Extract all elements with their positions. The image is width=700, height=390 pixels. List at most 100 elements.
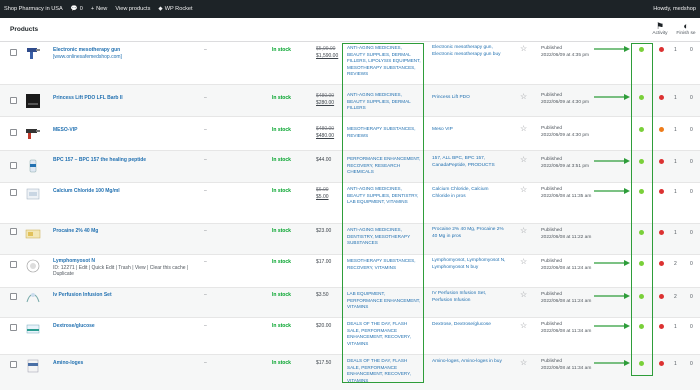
tags-cell[interactable]: Electronic mesotherapy gun, Electronic m… — [432, 45, 506, 59]
price-cell: $480.00 $280.00 — [316, 93, 335, 106]
tags-cell[interactable]: Procaine 2% 40 Mg, Procaine 2% 40 Mg in … — [432, 227, 506, 241]
product-thumbnail[interactable] — [25, 186, 41, 202]
price-cell: $3.50 — [316, 292, 329, 298]
product-name-link[interactable]: Dextrose/glucose — [53, 323, 193, 330]
product-name-link[interactable]: MESO-VIP — [53, 127, 193, 134]
row-checkbox[interactable] — [10, 129, 17, 136]
sku-cell: – — [204, 292, 207, 298]
price-cell: $23.00 — [316, 228, 332, 234]
tags-cell[interactable]: Meso VIP — [432, 127, 506, 134]
plus-icon: + — [90, 6, 95, 12]
product-name-link[interactable]: Calcium Chloride 100 Mg/ml — [53, 188, 193, 195]
dash-cell: 0 — [690, 95, 693, 101]
dash-cell: 0 — [690, 127, 693, 133]
sku-cell: – — [204, 47, 207, 53]
page-header: Products ⚑ Activity ◐ Finish se — [0, 18, 700, 42]
date-cell: Published 2022/06/09 at 3:51 pm — [541, 157, 590, 169]
new-link[interactable]: + New — [87, 0, 111, 18]
star-icon[interactable]: ☆ — [520, 93, 527, 101]
star-icon[interactable]: ☆ — [520, 45, 527, 53]
star-icon[interactable]: ☆ — [520, 258, 527, 266]
row-checkbox[interactable] — [10, 97, 17, 104]
status-dot-red — [659, 294, 664, 299]
finish-setup-button[interactable]: ◐ Finish se — [674, 21, 698, 41]
comments-count: 0 — [79, 6, 83, 12]
star-icon[interactable]: ☆ — [520, 156, 527, 164]
row-actions[interactable]: ID: 12271 | Edit | Quick Edit | Trash | … — [53, 265, 188, 278]
status-dot-red — [659, 361, 664, 366]
annotation-arrow — [594, 260, 630, 266]
product-thumbnail[interactable] — [25, 125, 41, 141]
product-thumbnail[interactable] — [25, 226, 41, 242]
star-icon[interactable]: ☆ — [520, 291, 527, 299]
account-link[interactable]: Howdy, medshop — [649, 0, 700, 18]
count-cell: 1 — [674, 159, 677, 165]
categories-highlight-box — [342, 43, 424, 383]
star-icon[interactable]: ☆ — [520, 359, 527, 367]
status-dot-red — [659, 47, 664, 52]
site-title: Shop Pharmacy in USA — [4, 6, 63, 12]
product-name-link[interactable]: Electronic mesotherapy gun [www.onlinesa… — [53, 47, 193, 60]
product-name-link[interactable]: Princess Lift PDO LFL Barb II — [53, 95, 193, 102]
sku-cell: – — [204, 323, 207, 329]
product-name-link[interactable]: Procaine 2% 40 Mg — [53, 228, 193, 235]
product-name-link[interactable]: BPC 157 – BPC 157 the healing peptide — [53, 157, 193, 164]
product-thumbnail[interactable] — [25, 358, 41, 374]
tags-cell[interactable]: Lymphomyosot, Lymphomyosot N, Lymphomyos… — [432, 258, 506, 272]
row-checkbox[interactable] — [10, 162, 17, 169]
row-checkbox[interactable] — [10, 189, 17, 196]
view-products-label: View products — [115, 6, 151, 12]
product-thumbnail[interactable] — [25, 290, 41, 306]
price-cell: $6.00 $5.00 — [316, 187, 329, 200]
price-cell: $5,99.00 $1,590.00 — [316, 46, 339, 59]
date-cell: Published 2022/06/09 at 4:35 pm — [541, 46, 590, 58]
count-cell: 1 — [674, 361, 677, 367]
stock-status: In stock — [272, 259, 291, 265]
star-icon[interactable]: ☆ — [520, 125, 527, 133]
date-cell: Published 2022/06/08 at 11:24 am — [541, 292, 592, 304]
row-checkbox[interactable] — [10, 293, 17, 300]
star-icon[interactable]: ☆ — [520, 227, 527, 235]
tags-cell[interactable]: Calcium Chloride, Calcium Chloride in pr… — [432, 187, 506, 201]
tags-cell[interactable]: Dextrose, Dextrose/glucose — [432, 322, 506, 329]
tags-cell[interactable]: Princess Lift PDO — [432, 95, 506, 102]
product-thumbnail[interactable] — [25, 45, 41, 61]
site-title-link[interactable]: Shop Pharmacy in USA — [0, 0, 67, 18]
product-name-link[interactable]: Iv Perfusion Infusion Set — [53, 292, 193, 299]
dash-cell: 0 — [690, 230, 693, 236]
product-thumbnail[interactable] — [25, 258, 41, 274]
row-checkbox[interactable] — [10, 49, 17, 56]
wp-rocket-link[interactable]: ◆ WP Rocket — [154, 0, 196, 18]
finish-setup-label: Finish se — [676, 31, 696, 36]
date-cell: Published 2022/06/08 at 11:34 am — [541, 322, 592, 334]
activity-button[interactable]: ⚑ Activity — [648, 21, 672, 41]
status-dot-red — [659, 159, 664, 164]
product-thumbnail[interactable] — [25, 93, 41, 109]
dash-cell: 0 — [690, 47, 693, 53]
comments-link[interactable]: 💬 0 — [67, 0, 87, 18]
count-cell: 1 — [674, 127, 677, 133]
dash-cell: 0 — [690, 294, 693, 300]
date-cell: Published 2022/06/08 at 11:24 am — [541, 259, 592, 271]
tags-cell[interactable]: 157, ALL BPC, BPC 157, CanadaPeptide, PR… — [432, 156, 506, 170]
sku-cell: – — [204, 259, 207, 265]
product-thumbnail[interactable] — [25, 321, 41, 337]
row-checkbox[interactable] — [10, 324, 17, 331]
product-name-link[interactable]: Amino-loges — [53, 360, 193, 367]
tags-cell[interactable]: Amino-loges, Amino-loges in buy — [432, 359, 506, 366]
admin-bar: Shop Pharmacy in USA 💬 0 + New View prod… — [0, 0, 700, 18]
activity-label: Activity — [652, 31, 668, 36]
row-checkbox[interactable] — [10, 228, 17, 235]
row-checkbox[interactable] — [10, 361, 17, 368]
product-name-link[interactable]: Lymphomyosot N ID: 12271 | Edit | Quick … — [53, 258, 193, 278]
date-cell: Published 2022/06/08 at 11:35 am — [541, 187, 592, 199]
dash-cell: 0 — [690, 261, 693, 267]
row-checkbox[interactable] — [10, 261, 17, 268]
star-icon[interactable]: ☆ — [520, 186, 527, 194]
view-products-link[interactable]: View products — [111, 0, 154, 18]
product-thumbnail[interactable] — [25, 158, 41, 174]
count-cell: 1 — [674, 324, 677, 330]
product-subtitle: [www.onlinesafemedshop.com] — [53, 53, 122, 60]
star-icon[interactable]: ☆ — [520, 322, 527, 330]
tags-cell[interactable]: IV Perfusion Infusion Set, Perfusion Inf… — [432, 291, 506, 305]
